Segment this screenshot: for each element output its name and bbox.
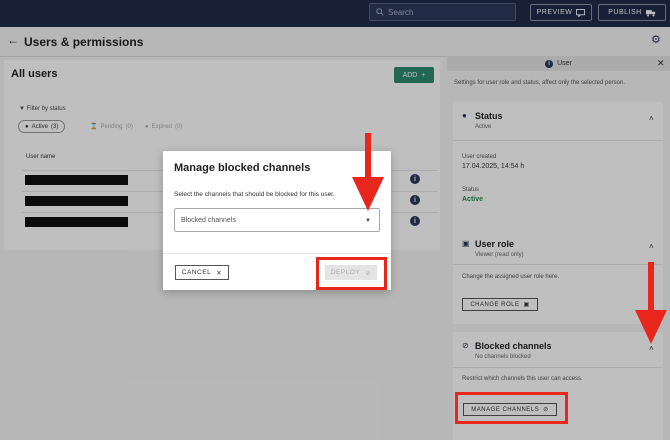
annotation-box-manage-channels [455,392,568,424]
dialog-description: Select the channels that should be block… [174,191,335,198]
cancel-button[interactable]: CANCEL ✕ [175,265,229,280]
close-icon: ✕ [216,269,223,277]
annotation-box-deploy [316,257,387,290]
annotation-arrow-down-icon [352,133,384,211]
dialog-divider [163,253,391,254]
select-placeholder: Blocked channels [181,216,236,224]
caret-down-icon: ▼ [365,218,371,224]
dialog-title: Manage blocked channels [174,162,311,174]
cancel-label: CANCEL [181,269,212,276]
annotation-arrow-down-icon [635,262,667,344]
